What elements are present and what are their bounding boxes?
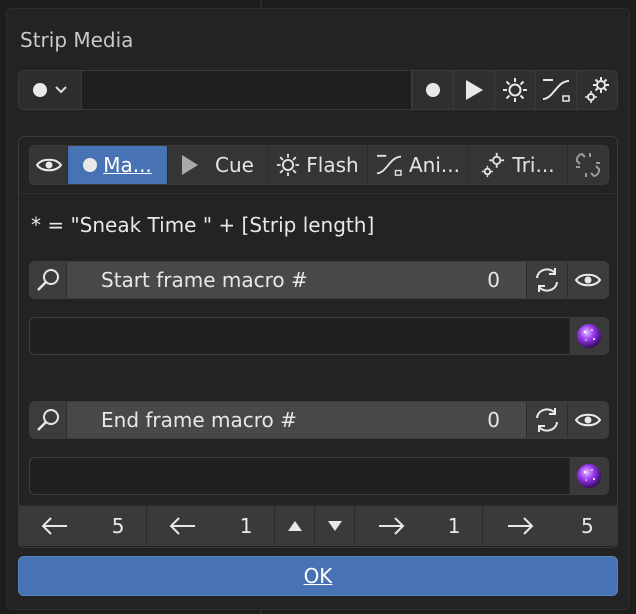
arrow-left-icon xyxy=(169,517,195,535)
record-button[interactable] xyxy=(412,71,453,109)
curve-button[interactable] xyxy=(535,71,576,109)
formula-text: * = "Sneak Time " + [Strip length] xyxy=(31,213,375,237)
visibility-toggle[interactable] xyxy=(30,146,68,184)
curve-icon xyxy=(542,79,570,102)
unlink-icon xyxy=(576,152,600,178)
start-macro-orb-button[interactable] xyxy=(569,318,608,354)
end-refresh-button[interactable] xyxy=(526,402,567,438)
chevron-down-icon xyxy=(55,86,67,94)
tab-animation[interactable]: Ani... xyxy=(368,146,468,184)
start-macro-text-row xyxy=(29,317,609,355)
forward-small-value: 1 xyxy=(447,514,461,538)
end-frame-macro-field[interactable]: End frame macro # 0 xyxy=(67,402,526,438)
start-refresh-button[interactable] xyxy=(526,262,567,298)
strip-input[interactable] xyxy=(82,71,412,109)
forward-big-button[interactable]: 5 xyxy=(483,506,617,546)
back-small-button[interactable]: 1 xyxy=(147,506,275,546)
divider xyxy=(19,193,617,194)
end-frame-macro-row: End frame macro # 0 xyxy=(29,401,609,439)
refresh-icon xyxy=(536,408,558,432)
end-frame-macro-value: 0 xyxy=(487,408,500,432)
play-icon xyxy=(466,80,483,100)
end-macro-orb-button[interactable] xyxy=(569,458,608,494)
forward-big-value: 5 xyxy=(580,514,594,538)
magic-orb-icon xyxy=(577,464,601,488)
arrow-right-icon xyxy=(378,517,404,535)
start-frame-macro-value: 0 xyxy=(487,268,500,292)
curve-icon xyxy=(376,154,402,176)
tab-cue-label: Cue xyxy=(215,153,254,177)
light-button[interactable] xyxy=(494,71,535,109)
light-icon xyxy=(503,78,527,102)
record-dot-icon xyxy=(33,83,47,97)
ok-label: OK xyxy=(303,564,333,588)
step-up-button[interactable] xyxy=(275,506,315,546)
macro-panel: Ma... Cue Flash Ani... Tri... * = "Sneak… xyxy=(18,136,618,548)
mode-dropdown[interactable] xyxy=(19,71,82,109)
search-icon xyxy=(37,409,59,431)
end-macro-text-input[interactable] xyxy=(30,458,569,494)
start-frame-macro-label: Start frame macro # xyxy=(101,268,308,292)
tab-flash[interactable]: Flash xyxy=(268,146,368,184)
start-frame-macro-field[interactable]: Start frame macro # 0 xyxy=(67,262,526,298)
tab-trigger[interactable]: Tri... xyxy=(468,146,568,184)
triangle-down-icon xyxy=(327,521,342,531)
background-divider xyxy=(260,0,262,8)
back-small-value: 1 xyxy=(239,514,253,538)
arrow-right-icon xyxy=(508,517,534,535)
tab-macro[interactable]: Ma... xyxy=(68,146,168,184)
start-macro-text-input[interactable] xyxy=(30,318,569,354)
light-icon xyxy=(277,153,300,177)
play-icon xyxy=(182,155,199,175)
magic-orb-icon xyxy=(577,324,601,348)
eye-icon xyxy=(35,158,62,172)
gears-icon xyxy=(482,152,505,178)
dialog-title: Strip Media xyxy=(20,28,134,52)
start-search-button[interactable] xyxy=(30,262,67,298)
tab-bar: Ma... Cue Flash Ani... Tri... xyxy=(29,145,609,185)
tab-flash-label: Flash xyxy=(306,153,359,177)
forward-small-button[interactable]: 1 xyxy=(355,506,483,546)
end-macro-text-row xyxy=(29,457,609,495)
end-frame-macro-label: End frame macro # xyxy=(101,408,297,432)
back-big-value: 5 xyxy=(111,514,125,538)
record-dot-icon xyxy=(83,158,98,172)
play-button[interactable] xyxy=(453,71,494,109)
top-toolbar xyxy=(18,70,618,110)
step-down-button[interactable] xyxy=(315,506,355,546)
tab-macro-label: Ma... xyxy=(103,153,152,177)
eye-icon xyxy=(575,413,601,427)
gears-icon xyxy=(585,77,609,103)
search-icon xyxy=(37,269,59,291)
refresh-icon xyxy=(536,268,558,292)
unlink-button[interactable] xyxy=(568,146,608,184)
start-frame-macro-row: Start frame macro # 0 xyxy=(29,261,609,299)
frame-nav-row: 5 1 1 5 xyxy=(19,505,617,546)
back-big-button[interactable]: 5 xyxy=(19,506,147,546)
record-dot-icon xyxy=(426,83,440,97)
ok-button[interactable]: OK xyxy=(18,556,618,596)
triangle-up-icon xyxy=(287,521,302,531)
tab-cue[interactable]: Cue xyxy=(168,146,268,184)
start-view-button[interactable] xyxy=(567,262,608,298)
end-search-button[interactable] xyxy=(30,402,67,438)
gears-button[interactable] xyxy=(576,71,617,109)
tab-trigger-label: Tri... xyxy=(512,153,555,177)
eye-icon xyxy=(575,273,601,287)
tab-animation-label: Ani... xyxy=(409,153,460,177)
end-view-button[interactable] xyxy=(567,402,608,438)
arrow-left-icon xyxy=(41,517,67,535)
